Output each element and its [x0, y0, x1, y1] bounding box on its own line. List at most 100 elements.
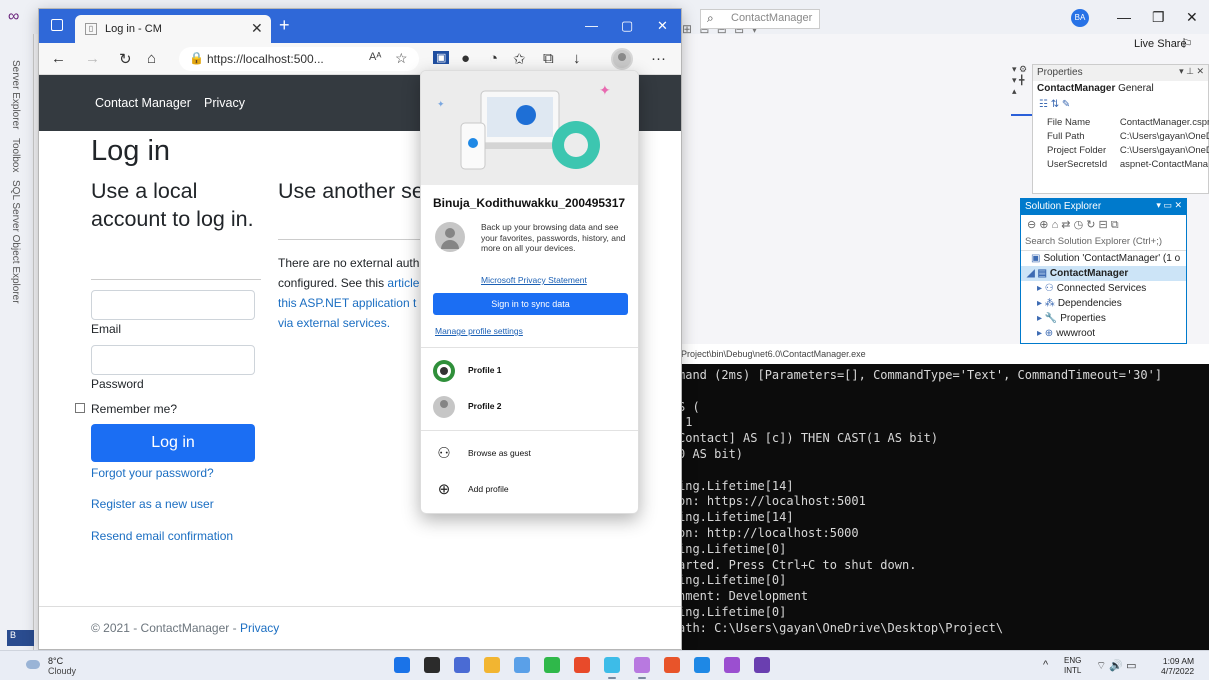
email-field[interactable]: [91, 290, 255, 320]
nav-privacy-link[interactable]: Privacy: [204, 96, 245, 110]
dropdown-icon[interactable]: ▾ ⚙: [1012, 64, 1030, 75]
tab-toolbox[interactable]: Toolbox: [10, 138, 21, 172]
battery-icon[interactable]: ▭: [1126, 660, 1136, 672]
show-hidden-icons-icon[interactable]: ^: [1043, 659, 1048, 671]
new-tab-icon[interactable]: +: [279, 15, 290, 36]
properties-object-selector[interactable]: ContactManager General: [1033, 81, 1208, 97]
tree-item-dependencies[interactable]: ▸ ⁂ Dependencies: [1021, 296, 1186, 311]
tree-item-connected-services[interactable]: ▸ ⚇ Connected Services: [1021, 281, 1186, 296]
more-icon[interactable]: ···: [651, 50, 666, 67]
weather-temperature[interactable]: 8°C: [48, 656, 63, 666]
forward-icon[interactable]: ⊕: [1039, 219, 1048, 231]
taskbar-app-icon[interactable]: [634, 657, 650, 679]
volume-icon[interactable]: 🔊: [1109, 660, 1123, 672]
tree-item-solution[interactable]: ▣ Solution 'ContactManager' (1 o: [1021, 251, 1186, 266]
input-language[interactable]: ENG INTL: [1064, 656, 1081, 676]
forgot-password-link[interactable]: Forgot your password?: [91, 466, 214, 480]
taskbar-app-icon[interactable]: [544, 657, 560, 673]
maximize-icon[interactable]: ▢: [621, 18, 633, 34]
downloads-icon[interactable]: ↓: [573, 50, 581, 67]
register-link[interactable]: Register as a new user: [91, 497, 214, 511]
minimize-icon[interactable]: —: [585, 18, 598, 33]
scroll-up-icon[interactable]: ▴: [1012, 86, 1030, 97]
taskbar-app-icon[interactable]: [574, 657, 590, 673]
property-row[interactable]: File Name ContactManager.cspr: [1045, 115, 1209, 129]
read-aloud-icon[interactable]: Aᴬ: [369, 51, 381, 63]
taskbar-app-icon[interactable]: [454, 657, 470, 673]
resend-confirmation-link[interactable]: Resend email confirmation: [91, 529, 233, 543]
taskbar-app-icon[interactable]: [754, 657, 770, 673]
property-row[interactable]: UserSecretsId aspnet-ContactMana: [1045, 157, 1209, 171]
tree-item-project[interactable]: ◢ ▤ ContactManager: [1021, 266, 1186, 281]
property-pages-icon[interactable]: ✎: [1062, 99, 1070, 110]
history-icon[interactable]: ◷: [1074, 219, 1084, 231]
taskbar-app-icon[interactable]: [664, 657, 680, 673]
tab-server-explorer[interactable]: Server Explorer: [10, 60, 21, 129]
extension-icon[interactable]: ▣: [433, 51, 450, 64]
taskbar-app-icon[interactable]: [514, 657, 530, 673]
system-clock[interactable]: 1:09 AM 4/7/2022: [1161, 656, 1194, 676]
show-all-icon[interactable]: ⧉: [1111, 219, 1119, 231]
restore-icon[interactable]: ❐: [1152, 9, 1165, 26]
pin-icon[interactable]: ▾ ⊥ ✕: [1179, 66, 1204, 77]
article-link[interactable]: article: [387, 276, 419, 290]
vs-search-box[interactable]: ⌕ ContactManager: [700, 9, 820, 29]
live-share-button[interactable]: Live Share: [1134, 38, 1187, 50]
password-field[interactable]: [91, 345, 255, 375]
close-icon[interactable]: ✕: [657, 18, 668, 34]
switch-view-icon[interactable]: ⇄: [1061, 219, 1070, 231]
close-tab-icon[interactable]: ✕: [251, 20, 263, 37]
taskbar-app-icon[interactable]: [604, 657, 620, 679]
property-row[interactable]: Project Folder C:\Users\gayan\OneD: [1045, 143, 1209, 157]
taskbar-app-icon[interactable]: [724, 657, 740, 673]
profile-2-item[interactable]: Profile 2: [421, 394, 638, 420]
aspnet-link[interactable]: this ASP.NET application t: [278, 296, 416, 310]
profile-button[interactable]: [611, 48, 633, 70]
manage-profile-link[interactable]: Manage profile settings: [435, 326, 523, 336]
add-profile-item[interactable]: ⊕ Add profile: [421, 477, 638, 503]
back-icon[interactable]: ⊖: [1027, 219, 1036, 231]
expand-icon[interactable]: ▾ ╋: [1012, 75, 1030, 86]
extension-icon[interactable]: ●: [461, 50, 470, 67]
avatar[interactable]: BA: [1071, 9, 1089, 27]
nav-brand-link[interactable]: Contact Manager: [95, 96, 191, 110]
system-tray-icons[interactable]: ⌔ 🔊 ▭: [1096, 659, 1137, 673]
address-bar[interactable]: 🔒 https://localhost:500... Aᴬ ☆: [179, 47, 419, 71]
tree-item-wwwroot[interactable]: ▸ ⊕ wwwroot: [1021, 326, 1186, 341]
remember-me-label[interactable]: Remember me?: [91, 402, 177, 416]
categorized-icon[interactable]: ☷: [1039, 99, 1048, 110]
refresh-icon[interactable]: ↻: [119, 50, 132, 68]
home-icon[interactable]: ⌂: [1052, 219, 1059, 231]
forward-icon[interactable]: →: [85, 50, 100, 67]
browser-tab[interactable]: ▯ Log in - CM ✕: [75, 15, 271, 43]
browse-as-guest-item[interactable]: ⚇ Browse as guest: [421, 441, 638, 467]
close-icon[interactable]: ✕: [1186, 9, 1198, 26]
collapse-icon[interactable]: ⊟: [1099, 219, 1108, 231]
lock-icon[interactable]: 🔒: [189, 51, 204, 65]
footer-privacy-link[interactable]: Privacy: [240, 621, 279, 635]
remember-me-checkbox[interactable]: [75, 403, 85, 413]
home-icon[interactable]: ⌂: [147, 50, 156, 67]
minimize-icon[interactable]: —: [1117, 9, 1131, 25]
taskbar-app-icon[interactable]: [694, 657, 710, 673]
solution-explorer-search[interactable]: Search Solution Explorer (Ctrl+;): [1021, 235, 1186, 251]
cloud-icon[interactable]: [26, 660, 40, 669]
vs-bottom-tab[interactable]: B: [7, 630, 34, 646]
property-row[interactable]: Full Path C:\Users\gayan\OneD: [1045, 129, 1209, 143]
profile-1-item[interactable]: Profile 1: [421, 358, 638, 384]
login-button[interactable]: Log in: [91, 424, 255, 462]
back-icon[interactable]: ←: [51, 50, 66, 67]
tab-sql-server-object-explorer[interactable]: SQL Server Object Explorer: [10, 180, 21, 304]
feedback-icon[interactable]: ⚐: [1181, 36, 1193, 52]
pin-icon[interactable]: ▾ ▭ ✕: [1156, 200, 1182, 211]
add-favorite-icon[interactable]: ☆: [395, 50, 408, 67]
sign-in-sync-button[interactable]: Sign in to sync data: [433, 293, 628, 315]
taskbar-app-icon[interactable]: [484, 657, 500, 673]
wifi-icon[interactable]: ⌔: [1096, 660, 1106, 672]
privacy-statement-link[interactable]: Microsoft Privacy Statement: [481, 275, 587, 285]
collections-icon[interactable]: ⧉: [543, 50, 554, 67]
refresh-icon[interactable]: ↻: [1086, 219, 1095, 231]
external-services-link[interactable]: via external services.: [278, 316, 390, 330]
extension-icon[interactable]: ◔: [489, 50, 498, 67]
tab-actions-icon[interactable]: [51, 19, 63, 31]
